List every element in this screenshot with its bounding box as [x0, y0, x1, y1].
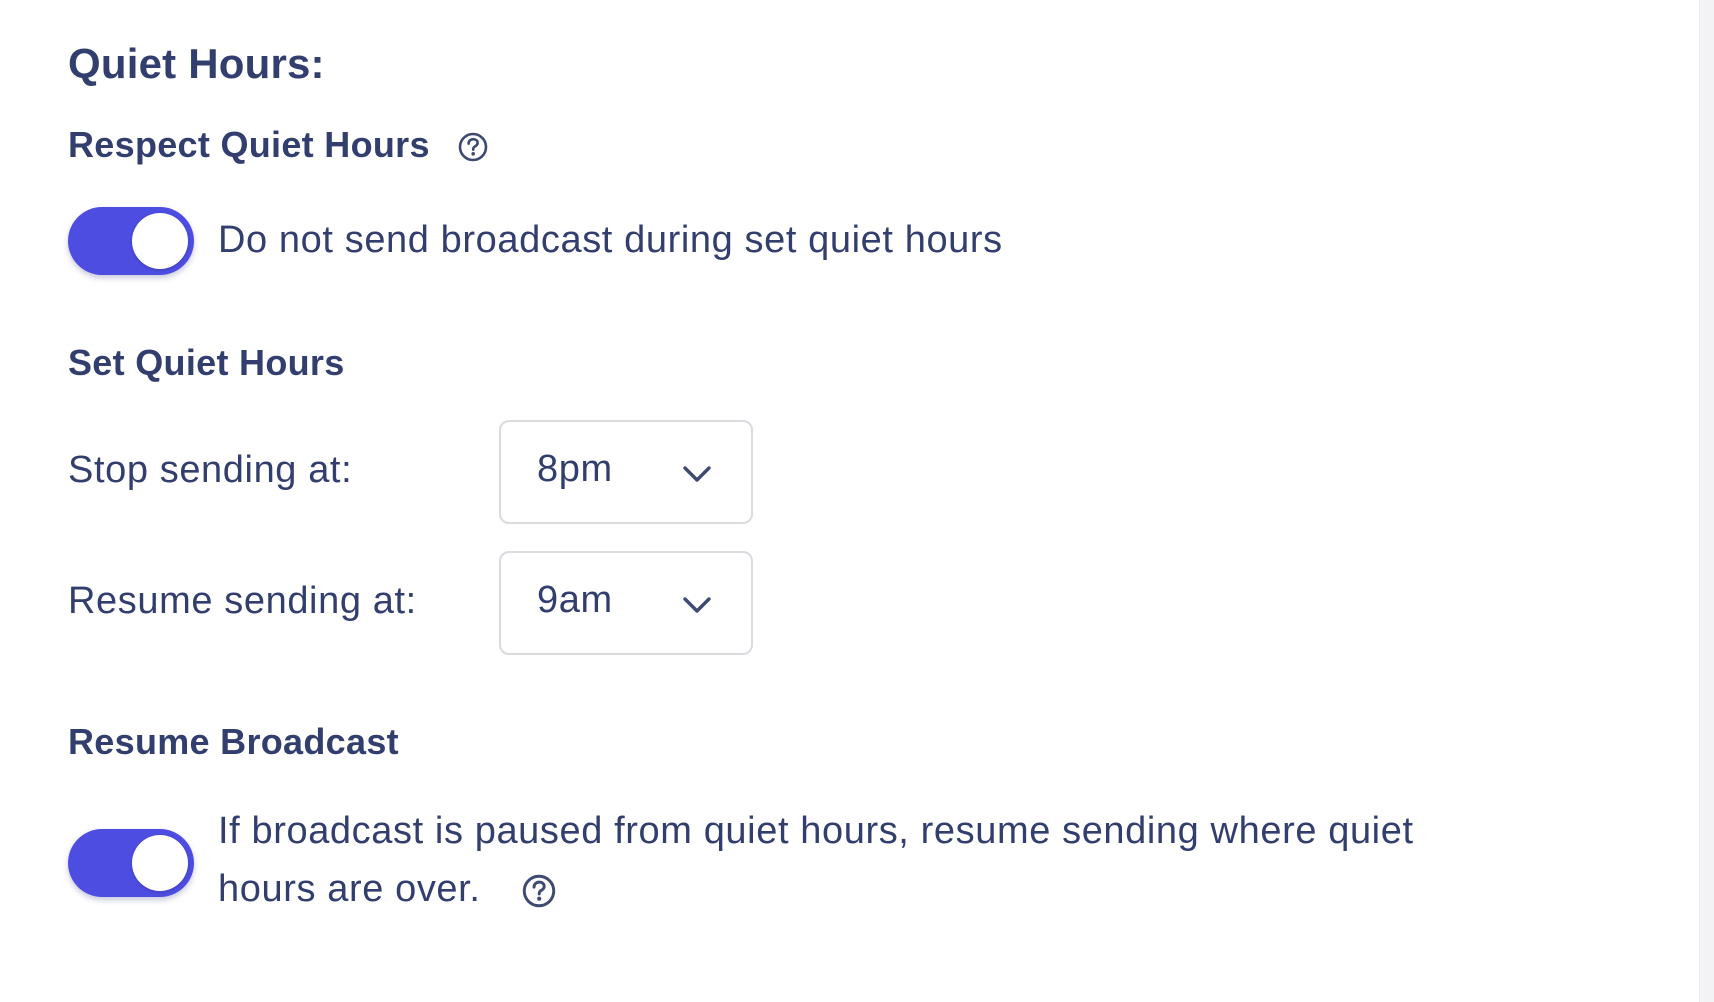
- resume-broadcast-description: If broadcast is paused from quiet hours,…: [218, 802, 1414, 918]
- chevron-down-icon: [681, 589, 713, 621]
- resume-sending-value: 9am: [537, 579, 613, 621]
- resume-broadcast-line-1: If broadcast is paused from quiet hours,…: [218, 810, 1414, 852]
- quiet-hours-panel: Quiet Hours: Respect Quiet Hours Do not …: [0, 0, 1700, 1002]
- help-circle-icon[interactable]: [522, 874, 556, 908]
- respect-quiet-hours-row: Do not send broadcast during set quiet h…: [68, 207, 1003, 275]
- respect-quiet-hours-heading: Respect Quiet Hours: [68, 124, 488, 166]
- stop-sending-select[interactable]: 8pm: [499, 420, 753, 524]
- set-quiet-hours-heading: Set Quiet Hours: [68, 342, 345, 383]
- resume-broadcast-line-2: hours are over.: [218, 868, 481, 910]
- stop-sending-value: 8pm: [537, 448, 613, 490]
- resume-broadcast-heading: Resume Broadcast: [68, 721, 399, 762]
- respect-quiet-hours-description: Do not send broadcast during set quiet h…: [218, 219, 1003, 261]
- resume-broadcast-toggle[interactable]: [68, 829, 194, 897]
- toggle-knob: [132, 213, 188, 269]
- respect-quiet-hours-label: Respect Quiet Hours: [68, 124, 430, 165]
- chevron-down-icon: [681, 458, 713, 490]
- resume-sending-select[interactable]: 9am: [499, 551, 753, 655]
- scrollbar-track[interactable]: [1699, 0, 1714, 1002]
- resume-sending-label: Resume sending at:: [68, 580, 417, 622]
- stop-sending-label: Stop sending at:: [68, 449, 353, 491]
- help-circle-icon[interactable]: [458, 132, 488, 162]
- section-title: Quiet Hours:: [68, 40, 325, 87]
- resume-broadcast-line-2-wrap: hours are over.: [218, 860, 1414, 918]
- respect-quiet-hours-toggle[interactable]: [68, 207, 194, 275]
- toggle-knob: [132, 835, 188, 891]
- resume-broadcast-row: If broadcast is paused from quiet hours,…: [68, 802, 1414, 918]
